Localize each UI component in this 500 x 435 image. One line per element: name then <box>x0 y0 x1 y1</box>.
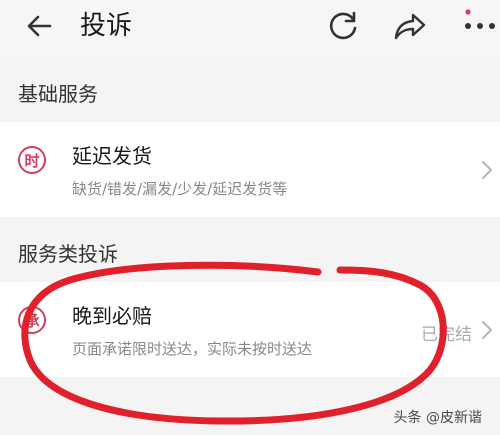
chevron-right-icon <box>481 160 493 180</box>
promise-badge-icon: 承 <box>18 306 46 334</box>
share-button[interactable] <box>390 6 430 46</box>
more-button[interactable] <box>460 6 500 46</box>
refresh-icon <box>329 11 357 40</box>
top-bar: 投诉 <box>0 0 500 62</box>
section-title-basic-service: 基础服务 <box>18 82 98 106</box>
complaint-item-late-delivery[interactable]: 承 晚到必赔 页面承诺限时送达，实际未按时送达 已完结 <box>0 282 500 377</box>
item-title: 延迟发货 <box>72 144 152 168</box>
time-badge-icon: 时 <box>18 146 46 174</box>
page-title: 投诉 <box>80 11 133 41</box>
item-description: 缺货/错发/漏发/少发/延迟发货等 <box>72 180 288 198</box>
item-title: 晚到必赔 <box>72 304 152 328</box>
back-button[interactable] <box>20 6 60 46</box>
section-title-service-complaint: 服务类投诉 <box>18 242 118 266</box>
watermark: 头条 @皮新谐 <box>393 410 482 426</box>
share-icon <box>394 13 426 40</box>
refresh-button[interactable] <box>324 6 364 46</box>
chevron-right-icon <box>481 320 493 340</box>
status-label: 已完结 <box>421 325 472 345</box>
back-arrow-icon <box>27 15 52 37</box>
more-dots-icon <box>465 9 495 29</box>
item-description: 页面承诺限时送达，实际未按时送达 <box>72 340 313 358</box>
complaint-item-delayed-shipping[interactable]: 时 延迟发货 缺货/错发/漏发/少发/延迟发货等 <box>0 122 500 217</box>
